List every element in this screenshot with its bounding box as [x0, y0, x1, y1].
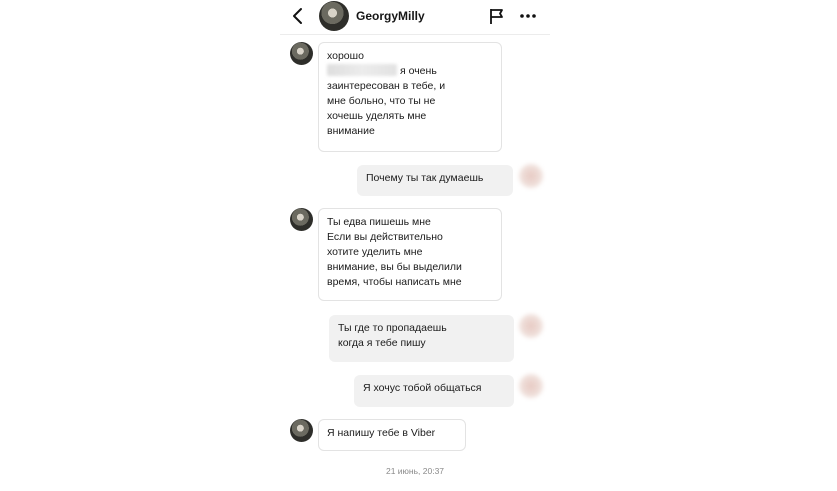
- message-bubble-outgoing[interactable]: Почему ты так думаешь: [357, 165, 513, 196]
- sender-avatar[interactable]: [290, 419, 313, 442]
- message-text: Ты едва пишешь мне Если вы действительно…: [327, 216, 462, 288]
- header-avatar[interactable]: [319, 1, 349, 31]
- redacted-text: [327, 64, 397, 76]
- message-text: хорошо: [327, 50, 364, 62]
- my-avatar: [519, 314, 543, 338]
- message-text: Почему ты так думаешь: [366, 172, 484, 184]
- message-text: Я хочус тобой общаться: [363, 382, 482, 394]
- message-text: Я напишу тебе в Viber: [327, 427, 436, 439]
- my-avatar: [519, 374, 543, 398]
- chat-header: GeorgyMilly: [280, 0, 550, 35]
- chevron-left-icon[interactable]: [290, 6, 306, 26]
- chat-username[interactable]: GeorgyMilly: [356, 9, 425, 23]
- message-bubble-incoming[interactable]: Ты едва пишешь мне Если вы действительно…: [318, 208, 502, 301]
- my-avatar: [519, 164, 543, 188]
- message-bubble-incoming[interactable]: Я напишу тебе в Viber: [318, 419, 466, 451]
- message-timestamp: 21 июнь, 20:37: [385, 466, 445, 476]
- chat-screen: GeorgyMilly хорошо я очень заинтересован…: [280, 0, 550, 491]
- message-bubble-incoming[interactable]: хорошо я очень заинтересован в тебе, и м…: [318, 42, 502, 152]
- message-text: Ты где то пропадаешь когда я тебе пишу: [338, 322, 447, 349]
- message-bubble-outgoing[interactable]: Я хочус тобой общаться: [354, 375, 514, 407]
- more-horizontal-icon[interactable]: [518, 7, 538, 25]
- sender-avatar[interactable]: [290, 42, 313, 65]
- flag-icon[interactable]: [488, 7, 506, 25]
- message-bubble-outgoing[interactable]: Ты где то пропадаешь когда я тебе пишу: [329, 315, 514, 362]
- sender-avatar[interactable]: [290, 208, 313, 231]
